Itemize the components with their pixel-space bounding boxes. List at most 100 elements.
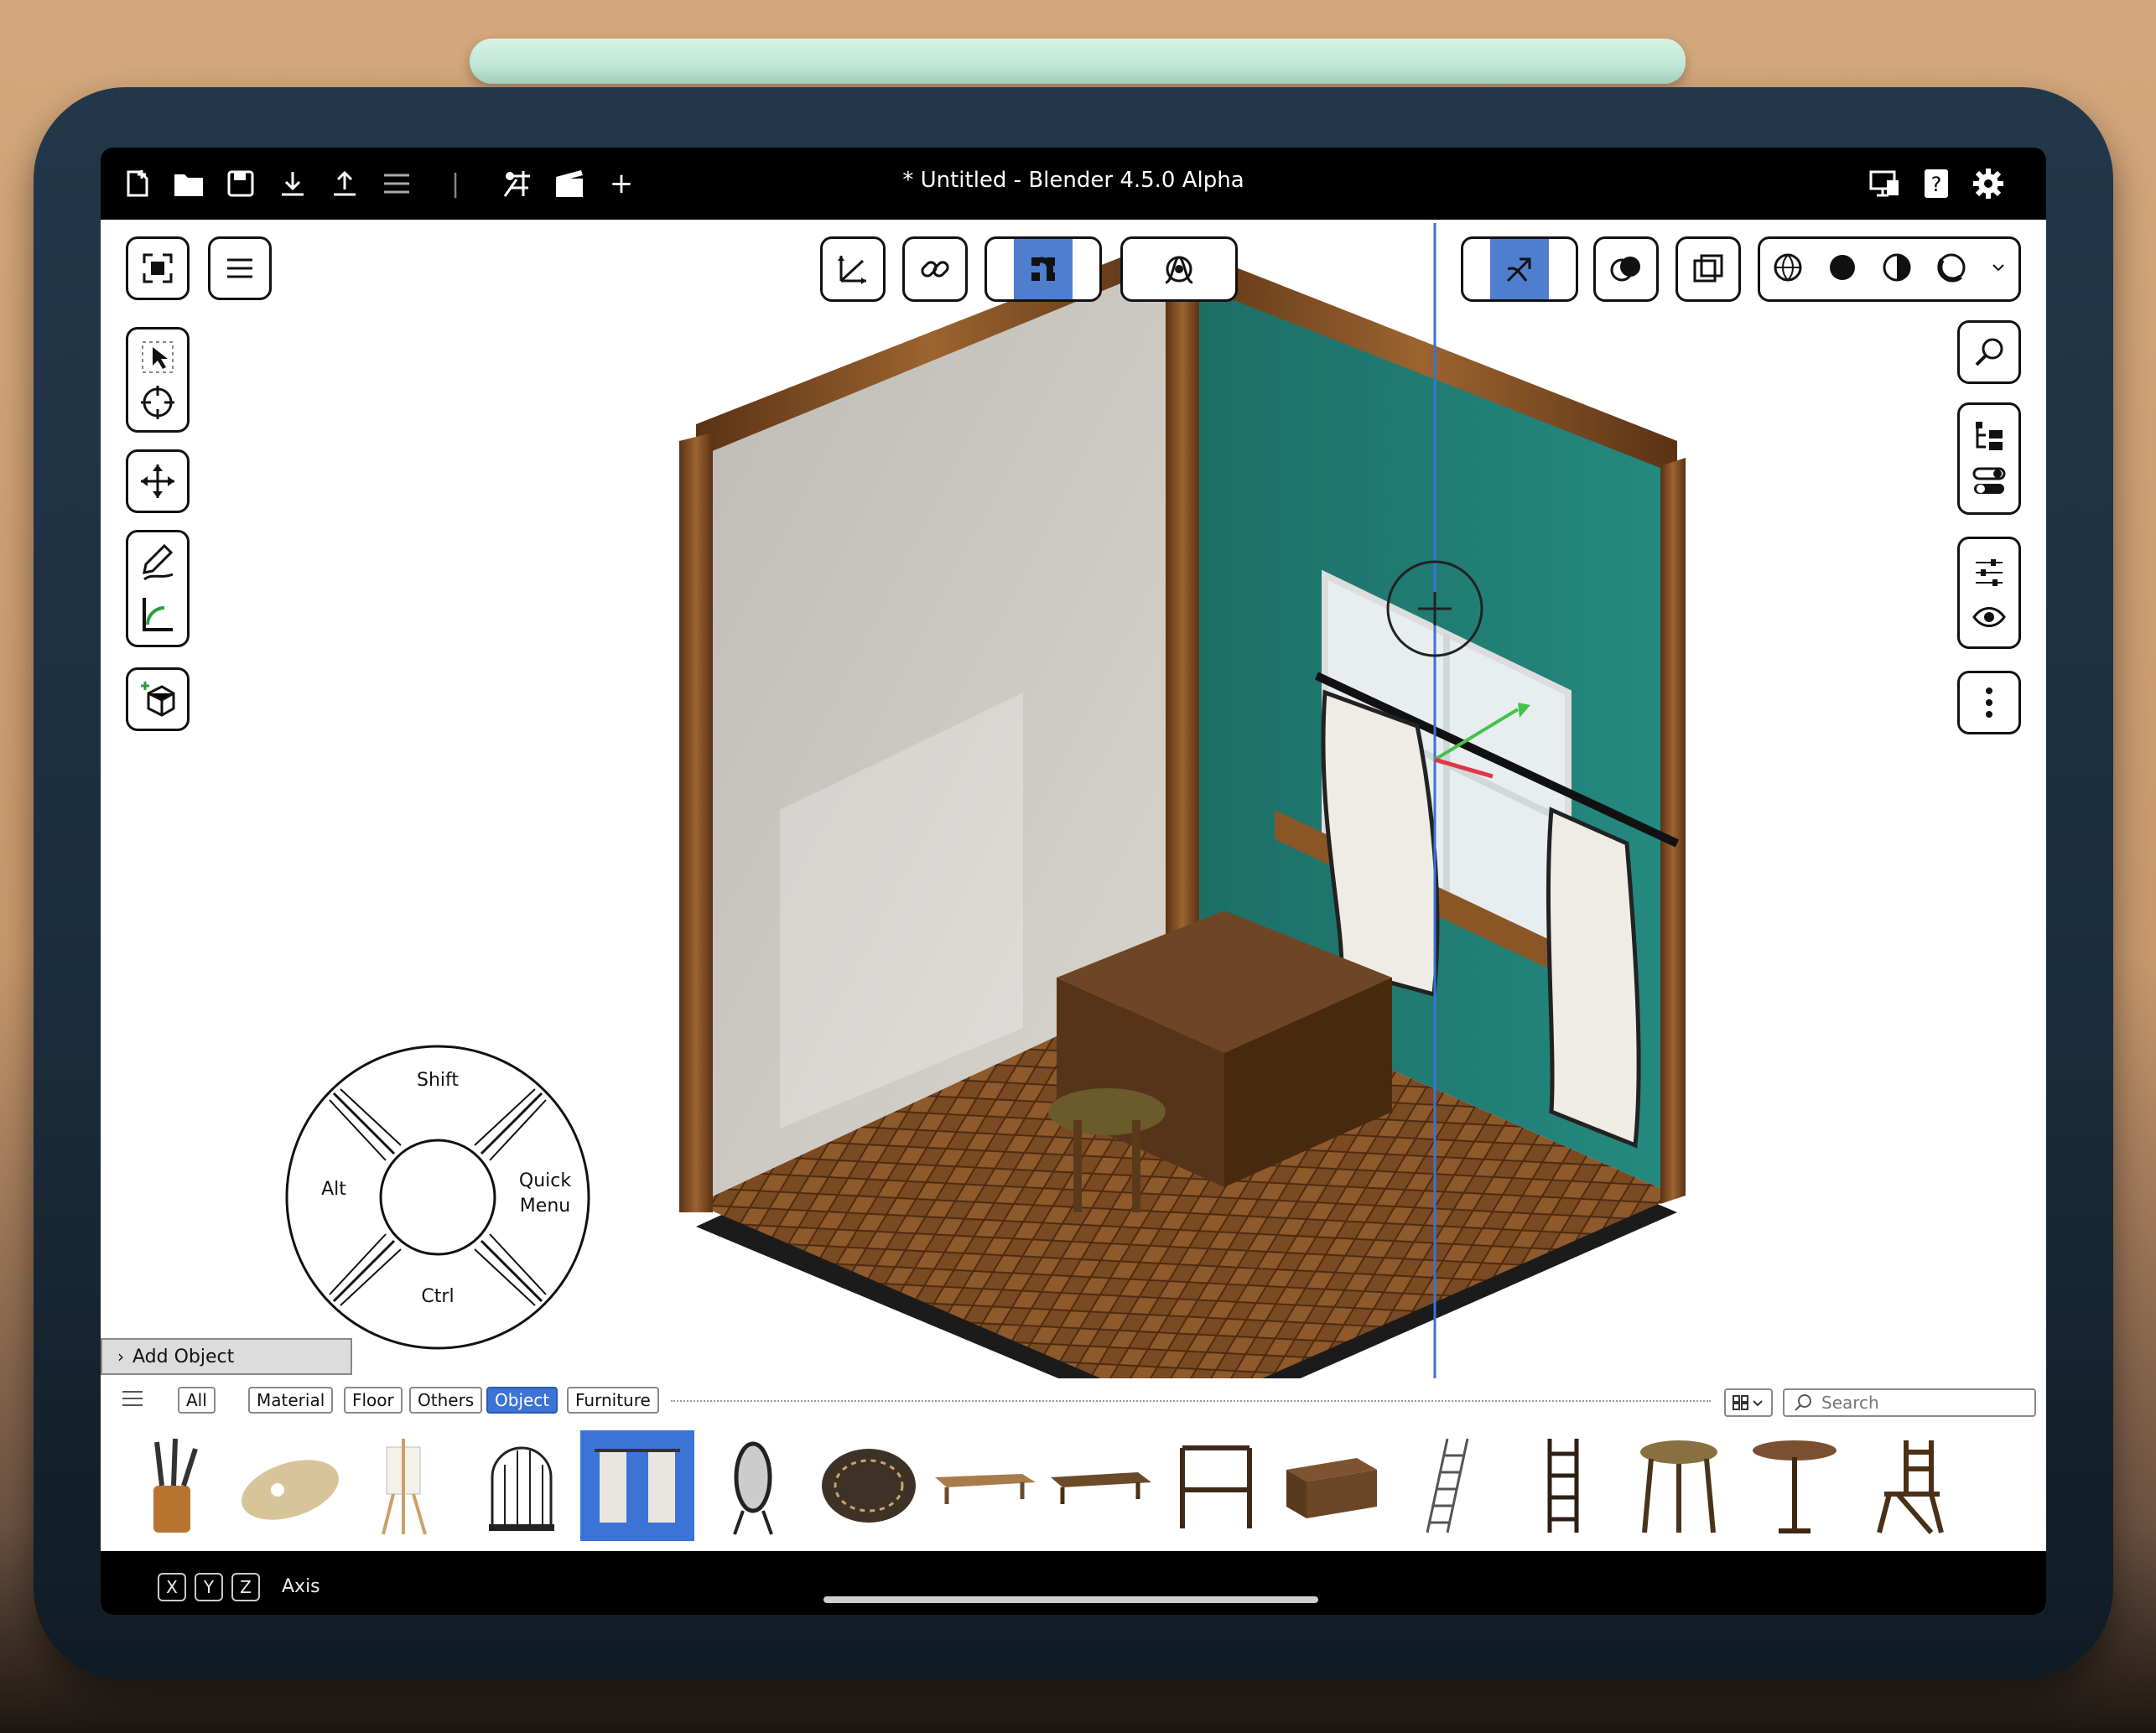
add-object-panel[interactable]: › Add Object [101, 1338, 352, 1375]
falloff-curve-icon [1165, 256, 1193, 284]
orientation-axes-icon [838, 256, 866, 284]
add-cube-icon [141, 682, 175, 717]
asset-standing-mirror[interactable] [696, 1430, 810, 1541]
view-mode-dropdown[interactable] [1724, 1388, 1773, 1417]
sliders-icon[interactable] [1972, 558, 2006, 588]
asset-round-stool[interactable] [1622, 1430, 1736, 1541]
key-z: Z [231, 1573, 260, 1601]
frame-selected-button[interactable] [126, 236, 190, 300]
tab-object[interactable]: Object [486, 1387, 558, 1414]
asset-dresser[interactable] [1275, 1430, 1389, 1541]
tab-material[interactable]: Material [248, 1387, 334, 1414]
top-bar: | + * Untitled - Blender 4.5.0 Alpha ? [101, 148, 2046, 220]
asset-folding-chair[interactable] [1853, 1430, 1967, 1541]
grid-view-icon [1733, 1395, 1763, 1410]
hamburger-icon [227, 258, 252, 278]
viewport-menu-button[interactable] [208, 236, 272, 300]
blender-screen: | + * Untitled - Blender 4.5.0 Alpha ? S… [101, 148, 2046, 1615]
properties-view-group [1957, 537, 2021, 649]
stylus-pencil [470, 39, 1686, 84]
toggles-icon[interactable] [1972, 467, 2006, 496]
asset-low-table[interactable] [1043, 1430, 1157, 1541]
chevron-down-icon[interactable] [1990, 259, 2007, 279]
proportional-group [1120, 236, 1238, 302]
outliner-icon[interactable] [1972, 422, 2006, 452]
asset-menu-icon[interactable] [121, 1388, 144, 1413]
shading-group [1758, 236, 2021, 302]
asset-shelf[interactable] [1159, 1430, 1273, 1541]
display-icon[interactable] [1865, 164, 1904, 203]
search-button[interactable] [1957, 320, 2021, 384]
outliner-properties-group [1957, 402, 2021, 515]
pivot-point-button[interactable] [902, 236, 968, 302]
help-icon[interactable]: ? [1917, 164, 1956, 203]
home-indicator[interactable] [823, 1596, 1318, 1603]
tab-others[interactable]: Others [409, 1387, 483, 1414]
asset-search-field[interactable] [1783, 1388, 2036, 1417]
key-y: Y [195, 1573, 223, 1601]
material-shading-icon[interactable] [1881, 252, 1913, 287]
eye-icon[interactable] [1972, 606, 2006, 628]
pie-alt-option[interactable]: Alt [300, 1179, 367, 1200]
search-icon [1795, 1394, 1811, 1411]
modifier-pie-menu: Shift Alt Quick Menu Ctrl [283, 1043, 592, 1352]
move-icon [141, 464, 174, 498]
asset-brushes[interactable] [117, 1430, 231, 1541]
pie-quick-menu-option[interactable]: Quick Menu [503, 1169, 587, 1219]
grid-dots-icon [1031, 257, 1055, 281]
asset-curtains[interactable] [580, 1430, 694, 1541]
asset-easel[interactable] [349, 1430, 463, 1541]
settings-icon[interactable] [1969, 164, 2008, 203]
asset-browser: All Material Floor Others Object Furnitu… [101, 1378, 2046, 1551]
link-icon [921, 261, 949, 278]
chevron-right-icon: › [117, 1346, 124, 1367]
asset-palette[interactable] [233, 1430, 347, 1541]
pie-shift-option[interactable]: Shift [387, 1070, 488, 1091]
wireframe-shading-icon[interactable] [1772, 252, 1804, 287]
tab-furniture[interactable]: Furniture [567, 1387, 659, 1414]
key-x: X [158, 1573, 186, 1601]
asset-birdcage[interactable] [465, 1430, 579, 1541]
select-box-icon[interactable] [139, 339, 176, 376]
window-title: * Untitled - Blender 4.5.0 Alpha [902, 168, 1244, 193]
add-cube-tool-button[interactable] [126, 667, 190, 731]
measure-icon[interactable] [139, 594, 176, 635]
gizmo-group [1461, 236, 1578, 302]
overlays-button[interactable] [1593, 236, 1659, 302]
asset-ladder[interactable] [1506, 1430, 1620, 1541]
move-tool-button[interactable] [126, 449, 190, 513]
annotate-tool-group [126, 530, 190, 647]
more-options-button[interactable] [1957, 671, 2021, 734]
asset-round-rug[interactable] [812, 1430, 926, 1541]
axis-label: Axis [282, 1576, 320, 1597]
status-bar: X Y Z Axis [101, 1551, 2046, 1615]
solid-shading-icon[interactable] [1826, 252, 1858, 287]
tab-divider [671, 1400, 1711, 1402]
cursor-icon[interactable] [139, 384, 176, 421]
pie-ctrl-option[interactable]: Ctrl [387, 1286, 488, 1307]
add-object-label: Add Object [132, 1346, 235, 1367]
falloff-button[interactable] [1150, 239, 1208, 299]
rendered-shading-icon[interactable] [1935, 252, 1967, 287]
snap-group [984, 236, 1102, 302]
select-tool-group [126, 327, 190, 433]
xray-button[interactable] [1675, 236, 1741, 302]
overlays-icon [1610, 257, 1640, 282]
svg-text:?: ? [1931, 173, 1942, 196]
asset-ladder-thin[interactable] [1390, 1430, 1504, 1541]
transform-orientation-button[interactable] [820, 236, 886, 302]
tab-floor[interactable]: Floor [344, 1387, 403, 1414]
snap-target-button[interactable] [1014, 239, 1073, 299]
search-input[interactable] [1820, 1392, 2024, 1414]
gizmo-toggle-button[interactable] [1490, 239, 1549, 299]
tab-all[interactable]: All [178, 1387, 216, 1414]
asset-bench[interactable] [927, 1430, 1042, 1541]
annotate-icon[interactable] [139, 542, 176, 583]
xray-icon [1693, 254, 1723, 283]
more-vertical-icon [1986, 687, 1992, 718]
frame-icon [143, 253, 173, 283]
search-icon [1975, 338, 2003, 366]
gizmo-icon [1506, 257, 1531, 283]
asset-side-table[interactable] [1738, 1430, 1852, 1541]
viewport-scene[interactable] [587, 223, 1761, 1464]
